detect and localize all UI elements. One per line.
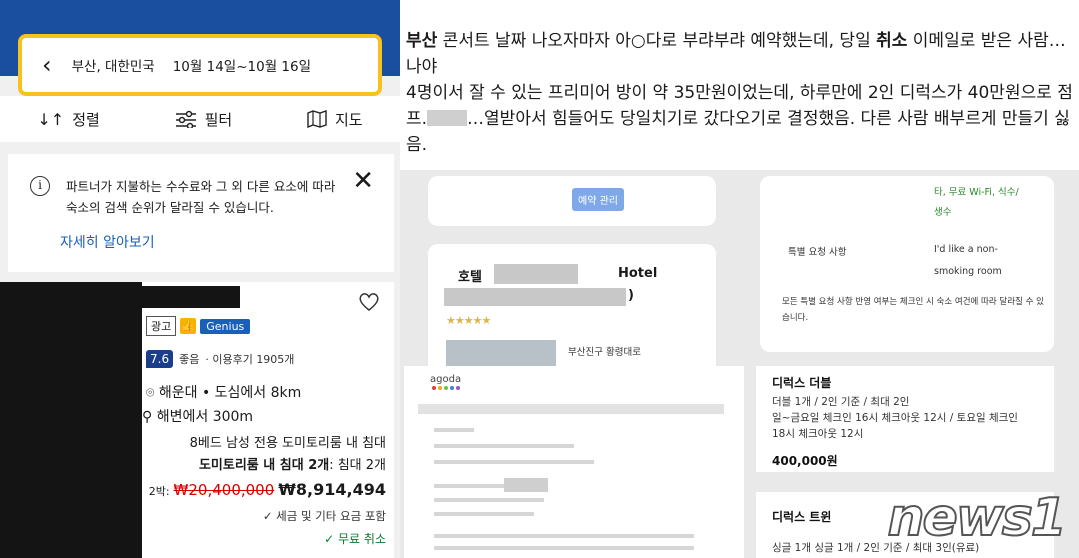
text-p1-mid: 콘서트 날짜 나오자마자 아○다로 부랴부랴 예약했는데, 당일 — [437, 31, 877, 51]
sort-label: 정렬 — [72, 110, 100, 129]
ranking-notice: i 파트너가 지불하는 수수료와 그 외 다른 요소에 따라 숙소의 검색 순위… — [8, 154, 394, 272]
badge-row: 광고 👍 Genius — [146, 316, 251, 336]
learn-more-link[interactable]: 자세히 알아보기 — [60, 232, 155, 252]
deluxe-twin-title: 디럭스 트윈 — [772, 510, 832, 524]
email-line — [434, 460, 594, 464]
search-dates: 10월 14일~10월 16일 — [172, 59, 312, 75]
room-type: 8베드 남성 전용 도미토리룸 내 침대 — [189, 436, 386, 451]
hotel-panel: 호텔 Hotel ) ★★★★★ 부산진구 황령대로 — [428, 244, 716, 374]
notice-text: 파트너가 지불하는 수수료와 그 외 다른 요소에 따라 숙소의 검색 순위가 … — [66, 179, 336, 215]
bed-info: 도미토리룸 내 침대 2개: 침대 2개 — [199, 454, 386, 473]
special-request-value: I'd like a non- — [934, 244, 998, 255]
hotel-address: 부산진구 황령대로 — [568, 347, 641, 358]
score-badge: 7.6 — [146, 350, 174, 368]
tax-note: ✓ 세금 및 기타 요금 포함 — [262, 509, 386, 523]
email-line — [434, 512, 534, 516]
tweet-text: 부산 콘서트 날짜 나오자마자 아○다로 부랴부랴 예약했는데, 당일 취소 이… — [406, 28, 1074, 158]
text-bold-cancel: 취소 — [876, 31, 908, 51]
amenity-line-2: 생수 — [934, 207, 952, 218]
score-word: 좋음 — [179, 353, 200, 366]
email-line — [434, 444, 574, 448]
special-request-value-2: smoking room — [934, 266, 1002, 277]
search-location: 부산, 대한민국 — [71, 59, 155, 75]
location-text: 해운대 • 도심에서 8km — [158, 385, 302, 401]
filter-icon — [175, 110, 196, 128]
deluxe-double-title: 디럭스 더블 — [772, 376, 832, 390]
bed-info-bold: 도미토리룸 내 침대 2개 — [198, 458, 330, 473]
special-request-label: 특별 요청 사항 — [788, 247, 847, 258]
hotel-suffix: Hotel — [618, 266, 658, 281]
property-card[interactable]: 광고 👍 Genius 7.6 좋음 · 이용후기 1905개 ⌾ 해운대 • … — [0, 282, 394, 558]
deluxe-double-price: 400,000원 — [772, 454, 838, 468]
email-header-bar — [418, 404, 724, 414]
rating-row: 7.6 좋음 · 이용후기 1905개 — [146, 350, 294, 368]
blurred-hotel-name — [494, 264, 578, 284]
booking-app-screenshot: ‹ 부산, 대한민국 10월 14일~10월 16일 ↓↑ 정렬 필터 지도 i… — [0, 0, 400, 558]
agoda-logo: agoda — [430, 374, 462, 385]
sort-button[interactable]: ↓↑ 정렬 — [37, 109, 99, 130]
text-p2-end: …열받아서 힘들어도 당일치기로 갔다오기로 결정했음. 다른 사람 배부르게 … — [406, 109, 1070, 155]
heart-icon[interactable] — [358, 292, 380, 312]
blurred-hotel-line2 — [444, 288, 626, 306]
manage-panel: 예약 관리 — [428, 176, 716, 226]
deluxe-double-line-2: 일~금요일 체크인 16시 체크아웃 12시 / 토요일 체크인 — [772, 412, 1018, 424]
bed-info-rest: : 침대 2개 — [329, 458, 386, 473]
map-button[interactable]: 지도 — [307, 109, 363, 130]
blurred-text — [427, 110, 468, 126]
tweet-paragraph-1: 부산 콘서트 날짜 나오자마자 아○다로 부랴부랴 예약했는데, 당일 취소 이… — [406, 28, 1074, 80]
beach-distance: ⚲ 해변에서 300m — [142, 406, 253, 426]
special-request-note: 모든 특별 요청 사항 반영 여부는 체크인 시 숙소 여건에 따라 달라질 수… — [782, 297, 1044, 323]
deluxe-double-line-1: 더블 1개 / 2인 기준 / 최대 2인 — [772, 396, 910, 408]
filter-label: 필터 — [204, 110, 233, 129]
review-count: · 이용후기 1905개 — [205, 353, 295, 366]
distance-location: ⌾ 해운대 • 도심에서 8km — [146, 382, 301, 402]
tweet-paragraph-2: 4명이서 잘 수 있는 프리미어 방이 약 35만원이었는데, 하루만에 2인 … — [406, 80, 1074, 158]
redacted-property-name — [140, 286, 240, 308]
email-line — [434, 428, 474, 432]
discounted-price: ₩8,914,494 — [278, 480, 386, 499]
map-label: 지도 — [334, 110, 363, 129]
filter-button[interactable]: 필터 — [175, 109, 233, 130]
booking-screenshots-collage: 예약 관리 호텔 Hotel ) ★★★★★ 부산진구 황령대로 타, 무료 W… — [400, 170, 1079, 558]
sort-icon: ↓↑ — [37, 109, 65, 129]
info-icon: i — [30, 176, 50, 196]
result-toolbar: ↓↑ 정렬 필터 지도 — [0, 96, 400, 142]
nights-label: 2박: — [148, 485, 170, 498]
close-icon[interactable]: ✕ — [352, 168, 374, 194]
star-rating: ★★★★★ — [446, 314, 491, 327]
map-icon — [307, 110, 327, 128]
back-arrow-icon[interactable]: ‹ — [42, 53, 52, 77]
beach-pin-icon: ⚲ — [142, 409, 153, 425]
original-price: ₩20,400,000 — [173, 481, 275, 499]
genius-badge: Genius — [200, 318, 251, 334]
text-bold-busan: 부산 — [406, 31, 438, 51]
redacted-property-photo — [0, 282, 142, 558]
agoda-logo-dots — [432, 386, 460, 390]
price-row: 2박: ₩20,400,000 ₩8,914,494 — [149, 480, 386, 499]
beach-text: 해변에서 300m — [156, 409, 254, 425]
manage-booking-button[interactable]: 예약 관리 — [572, 188, 624, 211]
thumbs-up-icon: 👍 — [180, 318, 197, 334]
email-line — [434, 498, 544, 502]
amenity-line: 타, 무료 Wi-Fi, 식수/ — [934, 187, 1019, 198]
email-line — [434, 546, 694, 550]
deluxe-double-panel: 디럭스 더블 더블 1개 / 2인 기준 / 최대 2인 일~금요일 체크인 1… — [756, 366, 1054, 472]
hotel-prefix: 호텔 — [458, 270, 482, 285]
email-blur — [504, 478, 548, 492]
hotel-paren: ) — [628, 288, 634, 303]
ad-badge: 광고 — [146, 316, 177, 336]
agoda-email-panel: agoda — [404, 366, 744, 558]
pin-icon: ⌾ — [146, 385, 155, 401]
free-cancel-note: ✓ 무료 취소 — [324, 532, 386, 546]
request-panel: 타, 무료 Wi-Fi, 식수/ 생수 특별 요청 사항 I'd like a … — [760, 176, 1054, 352]
email-line — [434, 534, 694, 538]
search-summary-box[interactable]: ‹ 부산, 대한민국 10월 14일~10월 16일 — [18, 34, 382, 96]
news1-watermark: news1 — [887, 487, 1068, 549]
deluxe-double-line-3: 18시 체크아웃 12시 — [772, 428, 864, 440]
